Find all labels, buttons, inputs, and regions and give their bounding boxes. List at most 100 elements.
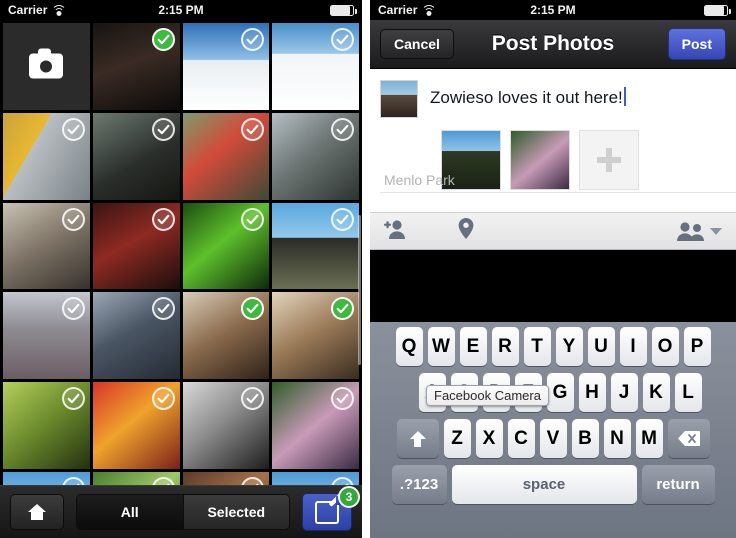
compose-icon	[315, 495, 345, 524]
key-k[interactable]: K	[642, 373, 670, 412]
shift-key[interactable]	[396, 419, 439, 458]
keyboard-row-4: .?123 space return	[370, 465, 736, 504]
photo-cell[interactable]	[92, 202, 180, 290]
photo-cell[interactable]	[272, 382, 359, 469]
photo-cell[interactable]	[3, 382, 90, 469]
home-button[interactable]	[10, 494, 64, 530]
photo-cell[interactable]	[182, 382, 270, 469]
compose-button[interactable]: 3	[302, 486, 360, 531]
audience-selector[interactable]	[676, 221, 722, 241]
photo-cell[interactable]	[182, 202, 270, 290]
photo-cell[interactable]	[272, 202, 359, 290]
key-w[interactable]: W	[427, 327, 455, 366]
key-r[interactable]: R	[491, 327, 519, 366]
photo-cell[interactable]	[3, 292, 90, 379]
photo-unselected-check[interactable]	[61, 117, 85, 141]
photo-cell[interactable]	[92, 292, 180, 379]
key-q[interactable]: Q	[395, 327, 423, 366]
photo-grid[interactable]	[0, 20, 362, 538]
screenshot-stage: Carrier 2:15 PM All Selected 3 Carrier 2…	[0, 0, 736, 538]
photo-unselected-check[interactable]	[331, 207, 354, 231]
onscreen-keyboard[interactable]: QWERTYUIOP ASDFGHJKL ZXCVBNM .?123 space…	[370, 322, 736, 538]
grid-scrollbar[interactable]	[358, 215, 361, 365]
camera-tile-art	[3, 23, 90, 110]
keyboard-row-1: QWERTYUIOP	[370, 327, 736, 366]
add-photo-button[interactable]	[579, 130, 639, 190]
key-t[interactable]: T	[523, 327, 551, 366]
filter-segmented-control[interactable]: All Selected	[76, 494, 290, 530]
photo-cell[interactable]	[92, 23, 180, 110]
avatar	[380, 80, 418, 118]
photo-cell[interactable]	[272, 112, 359, 200]
photo-unselected-check[interactable]	[151, 297, 175, 321]
key-o[interactable]: O	[651, 327, 679, 366]
battery-icon	[704, 4, 731, 16]
key-y[interactable]: Y	[555, 327, 583, 366]
photo-cell[interactable]	[92, 382, 180, 469]
key-j[interactable]: J	[610, 373, 638, 412]
photo-cell[interactable]	[3, 112, 90, 200]
photo-unselected-check[interactable]	[61, 297, 85, 321]
photo-unselected-check[interactable]	[151, 117, 175, 141]
post-button[interactable]: Post	[667, 28, 726, 60]
camera-icon	[29, 48, 64, 79]
symbols-key[interactable]: .?123	[391, 465, 447, 504]
keyboard-row-2: ASDFGHJKL	[370, 373, 736, 412]
friends-icon	[677, 222, 704, 241]
photo-unselected-check[interactable]	[61, 207, 85, 231]
camera-tile[interactable]	[3, 23, 90, 110]
photo-unselected-check[interactable]	[151, 207, 175, 231]
key-h[interactable]: H	[578, 373, 606, 412]
key-c[interactable]: C	[507, 419, 535, 458]
divider	[380, 192, 736, 193]
key-g[interactable]: G	[546, 373, 574, 412]
status-bar-left: Carrier 2:15 PM	[0, 0, 362, 20]
location-field[interactable]: Menlo Park	[384, 172, 455, 188]
composer-action-toolbar	[370, 212, 736, 250]
photo-cell[interactable]	[3, 202, 90, 290]
photo-cell[interactable]	[92, 112, 180, 200]
photo-selected-check[interactable]	[151, 28, 175, 51]
photo-cell[interactable]	[272, 23, 359, 110]
selected-count-badge: 3	[338, 486, 360, 508]
space-key[interactable]: space	[451, 465, 637, 504]
segment-all[interactable]: All	[77, 495, 183, 529]
key-v[interactable]: V	[539, 419, 567, 458]
photo-cell[interactable]	[272, 292, 359, 379]
bottom-toolbar: All Selected 3	[0, 485, 362, 538]
photo-unselected-check[interactable]	[151, 387, 175, 410]
key-u[interactable]: U	[587, 327, 615, 366]
photo-unselected-check[interactable]	[241, 117, 265, 141]
shift-icon	[409, 430, 426, 447]
battery-icon	[330, 4, 357, 16]
photo-unselected-check[interactable]	[331, 28, 354, 51]
photo-unselected-check[interactable]	[241, 207, 265, 231]
key-i[interactable]: I	[619, 327, 647, 366]
clock-label: 2:15 PM	[158, 3, 204, 17]
segment-selected[interactable]: Selected	[182, 495, 289, 529]
photo-unselected-check[interactable]	[331, 387, 354, 410]
key-x[interactable]: X	[475, 419, 503, 458]
text-caret	[623, 87, 626, 106]
photo-unselected-check[interactable]	[61, 387, 85, 410]
photo-unselected-check[interactable]	[331, 117, 354, 141]
delete-key[interactable]	[667, 419, 710, 458]
add-person-icon[interactable]	[384, 219, 406, 244]
attached-photo[interactable]	[510, 130, 570, 190]
status-text-input[interactable]: Zowieso loves it out here!	[430, 80, 626, 118]
key-l[interactable]: L	[674, 373, 702, 412]
return-key[interactable]: return	[641, 465, 715, 504]
key-z[interactable]: Z	[443, 419, 471, 458]
photo-cell[interactable]	[182, 112, 270, 200]
photo-cell[interactable]	[182, 292, 270, 379]
key-p[interactable]: P	[683, 327, 711, 366]
key-n[interactable]: N	[603, 419, 631, 458]
location-pin-icon[interactable]	[458, 218, 474, 244]
keyboard-row-3: ZXCVBNM	[370, 419, 736, 458]
key-b[interactable]: B	[571, 419, 599, 458]
cancel-button[interactable]: Cancel	[380, 29, 454, 59]
key-e[interactable]: E	[459, 327, 487, 366]
status-text-value: Zowieso loves it out here!	[430, 88, 623, 107]
photo-cell[interactable]	[182, 23, 270, 110]
key-m[interactable]: M	[635, 419, 663, 458]
